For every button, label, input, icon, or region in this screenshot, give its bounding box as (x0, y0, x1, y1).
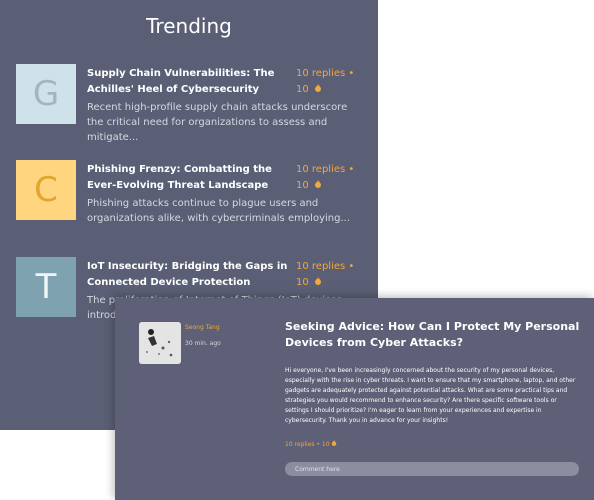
flame-icon (314, 277, 322, 288)
post-meta: 10 replies • 10 (296, 66, 366, 98)
flame-icon (314, 180, 322, 191)
post-meta: 10 replies • 10 (296, 259, 366, 291)
trending-post[interactable]: C Phishing Frenzy: Combatting the Ever-E… (16, 160, 366, 230)
avatar-letter: C (34, 170, 58, 210)
post-avatar: C (16, 160, 76, 220)
post-excerpt: Phishing attacks continue to plague user… (87, 198, 350, 224)
avatar-letter: T (35, 267, 57, 307)
reply-count: 10 replies • (296, 261, 355, 272)
avatar-letter: G (32, 74, 60, 114)
vote-count: 10 (296, 84, 309, 95)
post-detail-body: Hi everyone, I've been increasingly conc… (285, 367, 576, 424)
post-meta: 10 replies • 10 (296, 162, 366, 194)
post-time: 30 min. ago (185, 340, 221, 347)
post-title[interactable]: IoT Insecurity: Bridging the Gaps in Con… (87, 259, 292, 291)
reply-count: 10 replies • (296, 68, 355, 79)
author-name[interactable]: Seong Tang (185, 324, 220, 331)
reply-count: 10 replies • (296, 164, 355, 175)
post-avatar: G (16, 64, 76, 124)
trending-post[interactable]: G Supply Chain Vulnerabilities: The Achi… (16, 64, 366, 143)
post-detail-title: Seeking Advice: How Can I Protect My Per… (285, 320, 580, 349)
flame-icon (314, 84, 322, 95)
post-title[interactable]: Supply Chain Vulnerabilities: The Achill… (87, 66, 292, 98)
trending-title: Trending (146, 14, 232, 38)
detail-reply-vote-count: 10 replies • 10 (285, 441, 330, 448)
post-excerpt: Recent high-profile supply chain attacks… (87, 102, 348, 143)
post-title[interactable]: Phishing Frenzy: Combatting the Ever-Evo… (87, 162, 292, 194)
author-avatar (139, 322, 181, 364)
vote-count: 10 (296, 277, 309, 288)
vote-count: 10 (296, 180, 309, 191)
post-avatar: T (16, 257, 76, 317)
comment-input[interactable] (285, 462, 579, 476)
post-detail-meta: 10 replies • 10 (285, 440, 337, 448)
post-detail-card: Seong Tang 30 min. ago Seeking Advice: H… (115, 298, 594, 500)
flame-icon (331, 440, 337, 448)
